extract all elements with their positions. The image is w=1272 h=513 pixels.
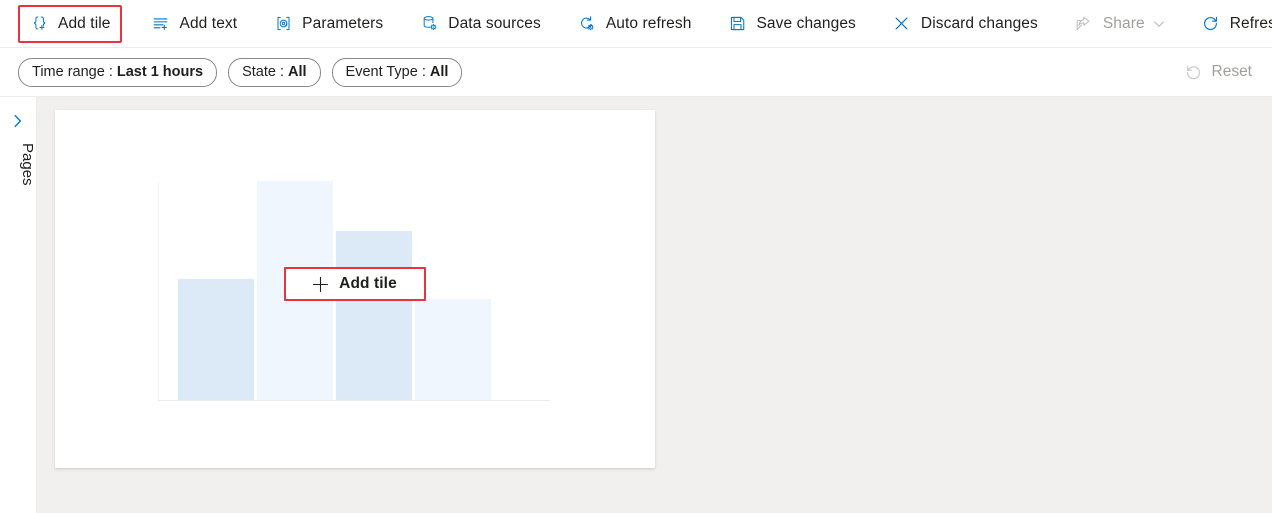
command-label: Parameters: [302, 14, 384, 32]
filter-value: All: [288, 64, 307, 80]
chart-bar: [178, 279, 254, 400]
command-label: Refresh: [1229, 14, 1272, 32]
command-refresh[interactable]: Refresh: [1190, 5, 1272, 43]
dashboard-editor: Add tile Add text Parameters Data source…: [0, 0, 1272, 513]
chart-y-axis: [158, 182, 159, 401]
share-icon: [1074, 14, 1094, 34]
command-label: Save changes: [756, 14, 856, 32]
filter-value: All: [429, 64, 449, 80]
refresh-gear-icon: [577, 14, 597, 34]
parameters-at-icon: [273, 14, 293, 34]
filter-value: Last 1 hours: [116, 64, 204, 80]
command-save-changes[interactable]: Save changes: [716, 5, 866, 43]
command-add-tile[interactable]: Add tile: [18, 4, 122, 43]
text-lines-plus-icon: [151, 14, 171, 34]
chevron-right-icon[interactable]: [8, 111, 28, 131]
command-parameters[interactable]: Parameters: [262, 5, 394, 43]
command-label: Discard changes: [920, 14, 1038, 32]
filter-label: Time range :: [32, 64, 113, 80]
dashboard-canvas: Add tile: [37, 97, 1272, 513]
save-floppy-icon: [727, 14, 747, 34]
add-tile-button[interactable]: Add tile: [284, 267, 426, 301]
database-gear-icon: [419, 14, 439, 34]
command-label: Add tile: [58, 14, 111, 32]
braces-plus-icon: [29, 14, 49, 34]
command-discard-changes[interactable]: Discard changes: [881, 5, 1049, 43]
command-bar: Add tile Add text Parameters Data source…: [0, 0, 1272, 48]
close-x-icon: [892, 14, 912, 34]
filter-pill-event-type[interactable]: Event Type : All: [331, 57, 463, 87]
refresh-circle-icon: [1201, 14, 1221, 34]
empty-tile-card: Add tile: [55, 110, 655, 468]
filter-label: Event Type :: [345, 64, 426, 80]
command-share[interactable]: Share: [1063, 5, 1176, 43]
reset-label: Reset: [1211, 63, 1253, 80]
filter-bar: Time range : Last 1 hours State : All Ev…: [0, 48, 1272, 97]
filter-pill-time-range[interactable]: Time range : Last 1 hours: [18, 57, 218, 87]
command-label: Add text: [179, 14, 238, 32]
filter-label: State :: [242, 64, 284, 80]
plus-icon: [310, 274, 330, 294]
pages-rail: Pages: [0, 97, 37, 513]
chevron-down-icon: [1153, 18, 1165, 30]
chart-bar: [336, 231, 412, 400]
command-add-text[interactable]: Add text: [140, 5, 249, 43]
command-label: Data sources: [448, 14, 541, 32]
command-label: Auto refresh: [605, 14, 692, 32]
chart-bar: [415, 299, 491, 400]
command-auto-refresh[interactable]: Auto refresh: [566, 5, 703, 43]
add-tile-button-label: Add tile: [339, 275, 397, 292]
filter-pill-state[interactable]: State : All: [228, 57, 321, 87]
reset-filters-button[interactable]: Reset: [1178, 57, 1259, 87]
chart-x-axis: [158, 400, 550, 401]
command-data-sources[interactable]: Data sources: [408, 5, 552, 43]
pages-rail-label[interactable]: Pages: [0, 143, 36, 186]
command-label: Share: [1102, 14, 1145, 32]
undo-arrow-icon: [1184, 62, 1204, 82]
